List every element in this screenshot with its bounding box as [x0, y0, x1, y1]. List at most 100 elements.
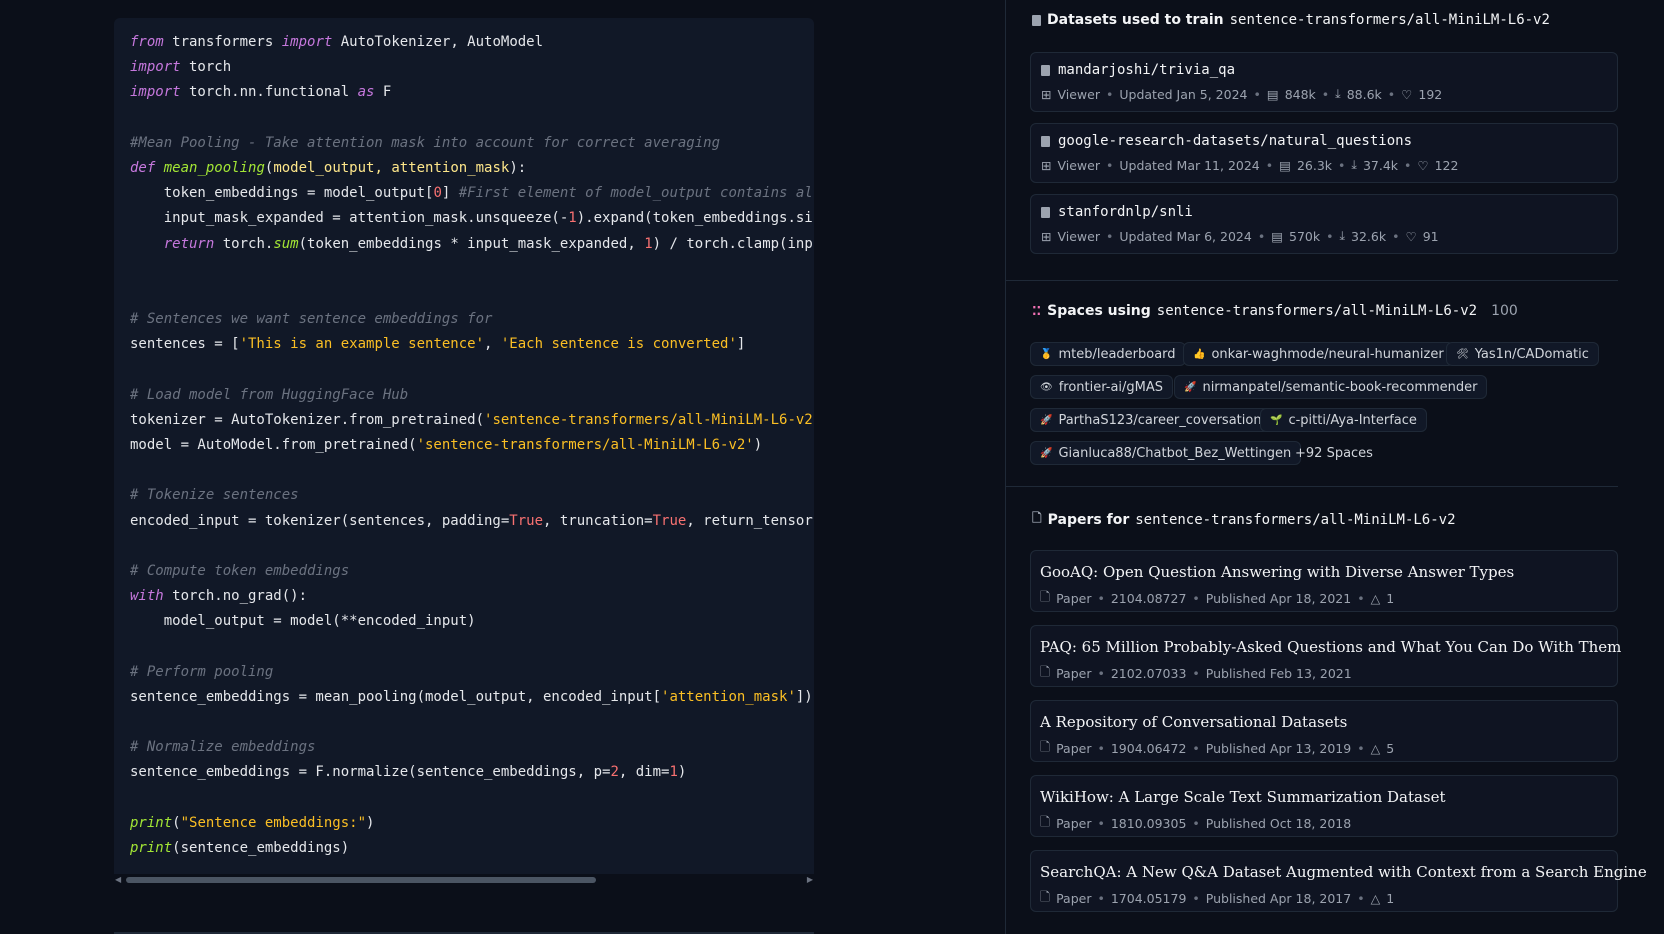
rows-count: 570k	[1289, 228, 1321, 244]
rows-count: 848k	[1284, 86, 1316, 102]
space-label: Yas1n/CADomatic	[1474, 346, 1589, 362]
dataset-card[interactable]: google-research-datasets/natural_questio…	[1030, 123, 1618, 183]
space-chip[interactable]: 🚀 ParthaS123/career_coversation	[1030, 408, 1272, 432]
space-chip[interactable]: 🚀 Gianluca88/Chatbot_Bez_Wettingen	[1030, 441, 1302, 465]
download-icon: ⤓	[1335, 86, 1341, 101]
paper-title[interactable]: A Repository of Conversational Datasets	[1040, 713, 1347, 731]
published-date: Published Apr 18, 2017	[1205, 891, 1352, 906]
horizontal-scrollbar[interactable]: ◀ ▶	[114, 874, 814, 886]
paper-title[interactable]: GooAQ: Open Question Answering with Dive…	[1040, 563, 1514, 581]
code-panel: from transformers import AutoTokenizer, …	[0, 0, 1005, 934]
likes-count: 122	[1434, 157, 1459, 173]
paper-card[interactable]: PAQ: 65 Million Probably-Asked Questions…	[1030, 625, 1621, 687]
code-token: return	[163, 235, 215, 252]
published-date: Published Apr 18, 2021	[1205, 591, 1352, 606]
code-token: mean_pooling	[163, 159, 265, 176]
paper-card[interactable]: GooAQ: Open Question Answering with Dive…	[1030, 550, 1618, 612]
document-icon: 🗋	[1040, 589, 1051, 604]
space-chip[interactable]: 🥇 mteb/leaderboard	[1030, 342, 1186, 366]
paper-card[interactable]: WikiHow: A Large Scale Text Summarizatio…	[1030, 775, 1618, 837]
arxiv-id: 1904.06472	[1110, 741, 1187, 756]
code-line: #Mean Pooling - Take attention mask into…	[130, 131, 814, 156]
code-token: AutoTokenizer, AutoModel	[332, 34, 544, 50]
datasets-title-prefix: Datasets used to train	[1047, 12, 1224, 28]
code-token: #Mean Pooling - Take attention mask into…	[130, 134, 721, 151]
code-token: # Compute token embeddings	[130, 562, 350, 579]
code-line: def mean_pooling(model_output, attention…	[130, 156, 814, 181]
space-chip[interactable]: 🌱 c-pitti/Aya-Interface	[1260, 408, 1427, 432]
datasets-model-id[interactable]: sentence-transformers/all-MiniLM-L6-v2	[1230, 12, 1550, 28]
code-token: True	[509, 512, 544, 529]
scroll-left-icon[interactable]: ◀	[115, 874, 121, 886]
space-label: Gianluca88/Chatbot_Bez_Wettingen	[1058, 445, 1292, 461]
paper-meta: 🗋 Paper • 2102.07033 • Published Feb 13, 20…	[1040, 663, 1352, 684]
paper-title[interactable]: SearchQA: A New Q&A Dataset Augmented wi…	[1040, 863, 1647, 881]
dataset-name[interactable]: stanfordnlp/snli	[1041, 204, 1193, 220]
space-chip[interactable]: 👍 onkar-waghmode/neural-humanizer	[1183, 342, 1454, 366]
code-token: 'sentence-transformers/all-MiniLM-L6-v2'	[484, 411, 814, 428]
code-token: def	[130, 159, 156, 176]
upvote-count: 5	[1386, 741, 1395, 756]
code-token: , return_tensors='pt')	[686, 512, 814, 529]
code-line: from transformers import AutoTokenizer, …	[130, 30, 814, 55]
paper-title[interactable]: WikiHow: A Large Scale Text Summarizatio…	[1040, 788, 1446, 806]
dataset-name-label: stanfordnlp/snli	[1058, 204, 1193, 220]
database-icon	[1032, 14, 1041, 26]
paper-type: Paper	[1056, 591, 1092, 606]
table-icon: ⊞	[1041, 228, 1052, 244]
arxiv-id: 2104.08727	[1110, 591, 1187, 606]
code-token: encoded_input = tokenizer(sentences, pad…	[130, 512, 510, 529]
thumbs-up-icon: 👍	[1193, 348, 1206, 360]
rows-icon: ▤	[1271, 228, 1283, 244]
downloads-count: 88.6k	[1346, 86, 1382, 102]
dataset-meta: ⊞ Viewer • Updated Jan 5, 2024 • ▤ 848k • ⤓ 88…	[1041, 86, 1443, 102]
code-token: with	[130, 588, 164, 605]
spaces-title-prefix: Spaces using	[1047, 303, 1151, 319]
rows-icon: ▤	[1279, 157, 1291, 173]
rows-count: 26.3k	[1296, 157, 1333, 173]
code-line: encoded_input = tokenizer(sentences, pad…	[130, 509, 814, 534]
dataset-card[interactable]: mandarjoshi/trivia_qa ⊞ Viewer • Updated J…	[1030, 52, 1618, 112]
code-token: 1	[644, 235, 653, 252]
code-line: # Compute token embeddings	[130, 559, 814, 584]
code-token: import	[130, 59, 181, 76]
scroll-right-icon[interactable]: ▶	[807, 874, 813, 886]
space-chip[interactable]: 👁 frontier-ai/gMAS	[1030, 375, 1174, 399]
code-token: ):	[509, 159, 527, 176]
code-token: from	[130, 34, 164, 50]
papers-model-id[interactable]: sentence-transformers/all-MiniLM-L6-v2	[1135, 512, 1455, 528]
more-spaces-link[interactable]: +92 Spaces	[1286, 441, 1382, 465]
arxiv-id: 1704.05179	[1110, 891, 1187, 906]
code-line: # Normalize embeddings	[130, 735, 814, 760]
paper-card[interactable]: A Repository of Conversational Datasets …	[1030, 700, 1618, 762]
code-token: sentences = [	[130, 336, 240, 353]
code-line: input_mask_expanded = attention_mask.uns…	[130, 206, 814, 231]
space-label: nirmanpatel/semantic-book-recommender	[1202, 379, 1478, 395]
code-token: , truncation=	[543, 512, 653, 529]
spaces-model-id[interactable]: sentence-transformers/all-MiniLM-L6-v2	[1157, 303, 1477, 319]
paper-title[interactable]: PAQ: 65 Million Probably-Asked Questions…	[1040, 638, 1621, 656]
paper-card[interactable]: SearchQA: A New Q&A Dataset Augmented wi…	[1030, 850, 1647, 912]
space-chip[interactable]: 🚀 nirmanpatel/semantic-book-recommender	[1174, 375, 1488, 399]
space-label: mteb/leaderboard	[1058, 346, 1176, 362]
space-chip[interactable]: 🛠 Yas1n/CADomatic	[1446, 342, 1599, 366]
code-token: # Perform pooling	[130, 663, 274, 680]
dataset-card[interactable]: stanfordnlp/snli ⊞ Viewer • Updated Mar 6,…	[1030, 194, 1618, 254]
dataset-name[interactable]: mandarjoshi/trivia_qa	[1041, 62, 1235, 78]
space-label: frontier-ai/gMAS	[1058, 379, 1164, 395]
scroll-thumb[interactable]	[126, 877, 596, 883]
code-token: 1	[568, 210, 577, 227]
paper-meta: 🗋 Paper • 1704.05179 • Published Apr 18, 20…	[1040, 888, 1394, 909]
code-line: sentence_embeddings = F.normalize(senten…	[130, 760, 814, 785]
viewer-label: Viewer	[1057, 86, 1100, 102]
code-line: sentence_embeddings = mean_pooling(model…	[130, 685, 814, 710]
code-token: # Sentences we want sentence embeddings …	[130, 311, 493, 328]
code-line: tokenizer = AutoTokenizer.from_pretraine…	[130, 408, 814, 433]
code-token: token_embeddings = model_output[	[130, 185, 434, 202]
updated-label: Updated Mar 11, 2024	[1119, 157, 1260, 173]
dataset-name[interactable]: google-research-datasets/natural_questio…	[1041, 133, 1412, 149]
code-token: )	[366, 814, 375, 831]
